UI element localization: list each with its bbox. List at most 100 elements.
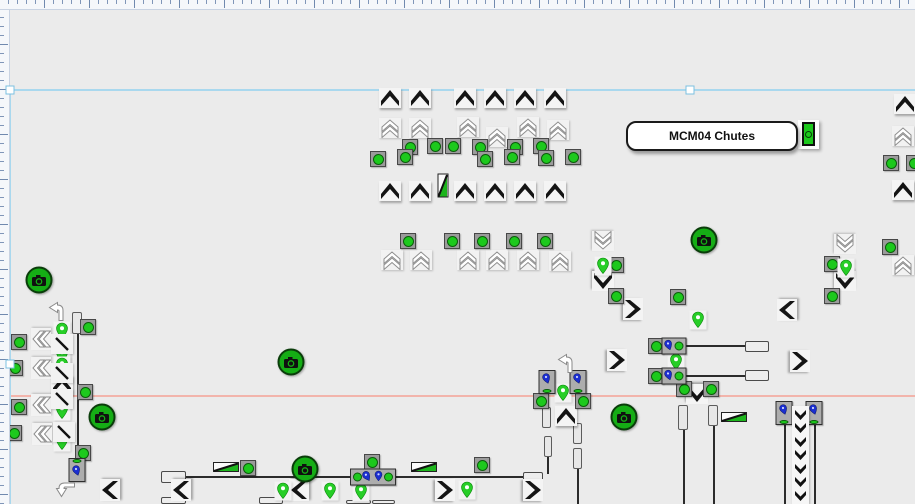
chevron-up-icon[interactable]	[892, 180, 914, 200]
chevron-left-icon[interactable]	[776, 300, 798, 320]
status-indicator[interactable]	[537, 233, 553, 249]
location-pin-icon[interactable]	[275, 482, 292, 501]
camera-icon[interactable]	[278, 349, 305, 376]
status-indicator[interactable]	[474, 457, 490, 473]
chevron-up-icon[interactable]	[514, 88, 536, 108]
status-indicator[interactable]	[11, 399, 27, 415]
location-pin-icon[interactable]	[322, 482, 339, 501]
location-pin-icon[interactable]	[459, 481, 476, 500]
turn-arrow-icon[interactable]	[556, 354, 576, 379]
camera-icon[interactable]	[89, 404, 116, 431]
status-indicator[interactable]	[400, 233, 416, 249]
chevron-right-icon[interactable]	[622, 299, 644, 319]
location-pin-icon[interactable]	[690, 311, 707, 330]
conveyor-endpoint[interactable]	[745, 370, 769, 381]
chevron-left-outline-icon[interactable]	[30, 358, 52, 378]
conveyor-segment[interactable]	[542, 407, 551, 428]
signal-box[interactable]	[662, 368, 687, 385]
chevron-up-outline-icon[interactable]	[517, 250, 539, 270]
chevron-down-outline-icon[interactable]	[834, 234, 856, 254]
status-indicator[interactable]	[608, 288, 624, 304]
signal-box[interactable]	[350, 469, 396, 486]
conveyor-segment[interactable]	[678, 405, 688, 430]
diverter-bar-icon[interactable]	[51, 389, 73, 409]
chevron-up-outline-icon[interactable]	[457, 117, 479, 137]
camera-icon[interactable]	[611, 404, 638, 431]
conveyor-segment[interactable]	[573, 423, 582, 444]
chevron-up-icon[interactable]	[484, 181, 506, 201]
conveyor-endpoint[interactable]	[745, 341, 769, 352]
chevron-right-icon[interactable]	[522, 480, 544, 500]
status-indicator[interactable]	[240, 460, 256, 476]
chevron-strip[interactable]	[792, 406, 809, 504]
chevron-up-outline-icon[interactable]	[486, 250, 508, 270]
chevron-up-outline-icon[interactable]	[457, 250, 479, 270]
status-indicator[interactable]	[474, 233, 490, 249]
status-indicator[interactable]	[427, 138, 443, 154]
chevron-up-outline-icon[interactable]	[409, 118, 431, 138]
chevron-up-icon[interactable]	[454, 88, 476, 108]
status-indicator[interactable]	[11, 334, 27, 350]
status-indicator[interactable]	[670, 289, 686, 305]
chevron-up-outline-icon[interactable]	[549, 251, 571, 271]
location-pin-icon[interactable]	[838, 259, 855, 278]
status-indicator[interactable]	[506, 233, 522, 249]
location-pin-icon[interactable]	[595, 257, 612, 276]
status-indicator[interactable]	[445, 138, 461, 154]
chevron-up-icon[interactable]	[409, 181, 431, 201]
status-indicator[interactable]	[703, 381, 719, 397]
status-indicator[interactable]	[397, 149, 413, 165]
chevron-left-icon[interactable]	[99, 480, 121, 500]
mcm04-chutes-button[interactable]: MCM04 Chutes	[626, 121, 798, 151]
selection-handle[interactable]	[686, 86, 695, 95]
chevron-up-outline-icon[interactable]	[486, 127, 508, 147]
chevron-up-icon[interactable]	[544, 88, 566, 108]
diverter-bar-icon[interactable]	[51, 334, 73, 354]
conveyor-endpoint[interactable]	[372, 500, 395, 504]
status-indicator[interactable]	[883, 155, 899, 171]
diverter-bar-icon[interactable]	[53, 422, 75, 442]
chevron-down-outline-icon[interactable]	[592, 231, 614, 251]
gauge-bar[interactable]	[721, 409, 747, 427]
chevron-up-icon[interactable]	[409, 88, 431, 108]
status-indicator[interactable]	[504, 149, 520, 165]
camera-icon[interactable]	[691, 227, 718, 254]
status-indicator[interactable]	[575, 393, 591, 409]
signal-box[interactable]	[776, 401, 793, 425]
camera-icon[interactable]	[292, 456, 319, 483]
chevron-up-outline-icon[interactable]	[547, 120, 569, 140]
status-indicator[interactable]	[370, 151, 386, 167]
gauge-bar[interactable]	[411, 459, 437, 477]
conveyor-segment[interactable]	[708, 405, 718, 426]
turn-arrow-icon[interactable]	[47, 302, 67, 327]
chevron-right-icon[interactable]	[606, 350, 628, 370]
chevron-up-icon[interactable]	[544, 181, 566, 201]
diverter-bar-icon[interactable]	[51, 363, 73, 383]
status-indicator[interactable]	[80, 319, 96, 335]
status-indicator[interactable]	[824, 288, 840, 304]
chevron-up-icon[interactable]	[484, 88, 506, 108]
selection-handle[interactable]	[6, 360, 15, 369]
status-indicator[interactable]	[906, 155, 915, 171]
camera-icon[interactable]	[26, 267, 53, 294]
chevron-up-icon[interactable]	[894, 94, 915, 114]
chevron-right-icon[interactable]	[789, 351, 811, 371]
chevron-up-outline-icon[interactable]	[517, 117, 539, 137]
conveyor-segment[interactable]	[573, 448, 582, 469]
chevron-left-icon[interactable]	[170, 480, 192, 500]
chevron-up-outline-icon[interactable]	[892, 255, 914, 275]
chevron-up-outline-icon[interactable]	[410, 250, 432, 270]
turn-arrow-icon[interactable]	[56, 479, 81, 499]
chevron-up-icon[interactable]	[454, 181, 476, 201]
chevron-up-icon[interactable]	[379, 88, 401, 108]
conveyor-segment[interactable]	[544, 436, 552, 457]
status-indicator[interactable]	[77, 384, 93, 400]
chevron-up-icon[interactable]	[514, 181, 536, 201]
signal-box[interactable]	[662, 338, 687, 355]
chevron-right-icon[interactable]	[434, 480, 456, 500]
gauge-bar[interactable]	[438, 174, 449, 203]
chevron-left-outline-icon[interactable]	[30, 395, 52, 415]
status-indicator[interactable]	[538, 150, 554, 166]
chevron-left-outline-icon[interactable]	[31, 424, 53, 444]
selection-handle[interactable]	[6, 86, 15, 95]
